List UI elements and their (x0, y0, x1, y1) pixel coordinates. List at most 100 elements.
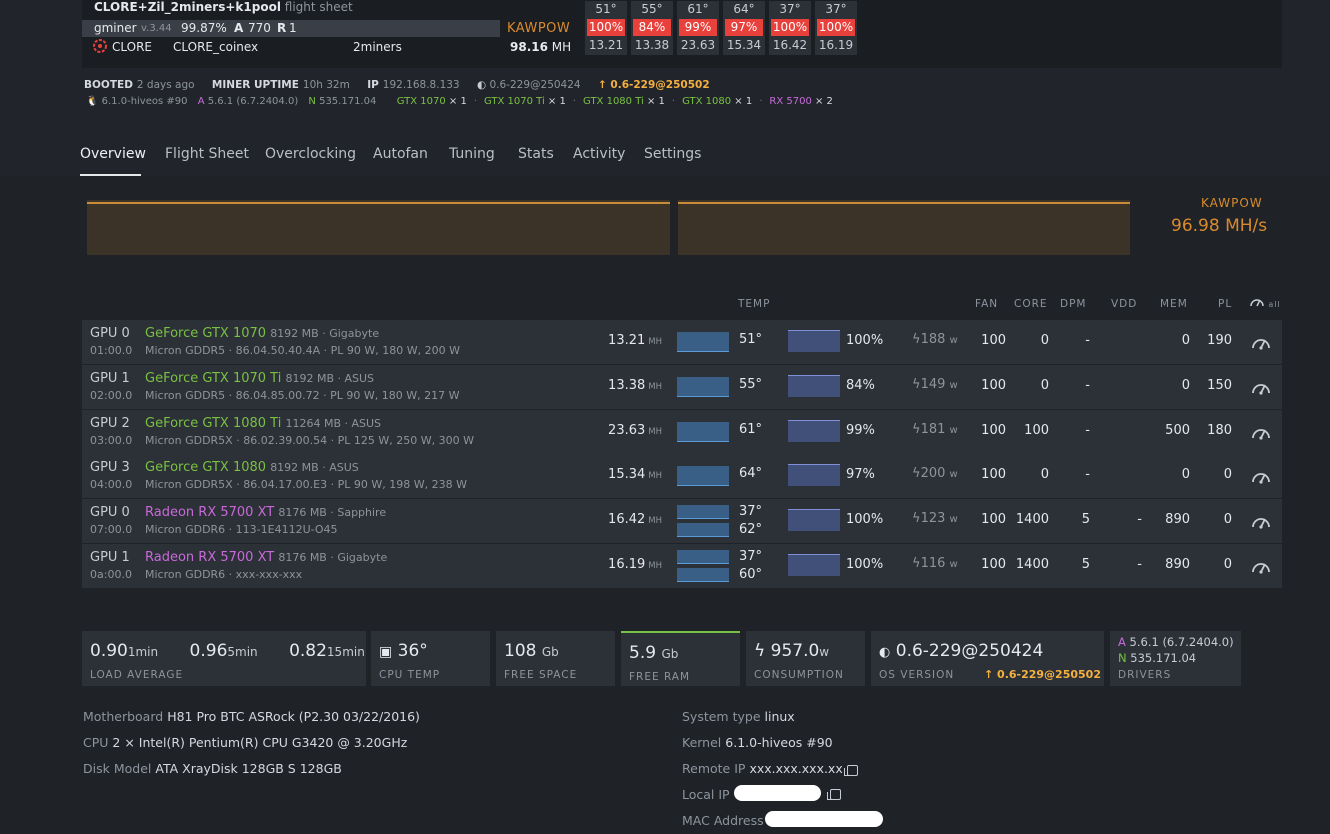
gpu-summary-col[interactable]: 55° 84% 13.38 (631, 1, 673, 55)
gpu-hashrate: 15.34 MH (608, 467, 662, 482)
copy-local-ip-icon[interactable] (827, 789, 841, 800)
fan-sparkline (788, 464, 840, 486)
cpu-icon: ▣ (379, 644, 393, 660)
gpu-bus-id: 07:00.0 (90, 523, 133, 536)
gpu-fan-percent: 100% (846, 512, 884, 527)
gpu-temp: 37° (739, 504, 763, 519)
cpu-temp-value: 36° (397, 641, 428, 661)
gpu-tuning-gauge-icon[interactable] (1250, 556, 1272, 576)
gpu-tuning-gauge-icon[interactable] (1250, 511, 1272, 531)
temp-sparkline (677, 332, 729, 352)
temp-sparkline (677, 466, 729, 486)
mac-address-info: MAC Address (682, 813, 764, 828)
gpu-summary-col[interactable]: 64° 97% 15.34 (723, 1, 765, 55)
gpu-count: × 1 (544, 96, 566, 107)
gpu-summary-temp: 64° (733, 2, 755, 16)
gpu-core-clock: 0 (1040, 378, 1049, 393)
gpu-fan-percent: 100% (846, 333, 884, 348)
gpu-row[interactable]: GPU 1 0a:00.0 Radeon RX 5700 XT 8176 MB · … (82, 544, 1282, 588)
gpu-fan-percent: 84% (846, 378, 875, 393)
gpu-count: × 1 (731, 96, 753, 107)
gpu-tuning-gauge-icon[interactable] (1250, 466, 1272, 486)
miner-row: gminer v.3.44 99.87% A 770 R 1 (82, 20, 500, 37)
os-icon: ◐ (476, 79, 487, 91)
gpu-hashrate: 13.38 MH (608, 378, 662, 393)
consumption-card: ϟ 957.0w CONSUMPTION (746, 631, 865, 686)
gpu-summary-col[interactable]: 37° 100% 16.42 (769, 1, 811, 55)
gpu-tuning-gauge-icon[interactable] (1250, 377, 1272, 397)
os-update-link[interactable]: ↑ 0.6-229@250502 (984, 668, 1101, 681)
temp-sparkline (677, 505, 729, 519)
tab-overclocking[interactable]: Overclocking (265, 146, 356, 162)
gpu-memory-info: Micron GDDR6 · xxx-xxx-xxx (145, 568, 303, 581)
pool-name[interactable]: 2miners (353, 40, 402, 54)
load-values: 0.901min 0.965min 0.8215min (90, 641, 365, 661)
gpu-summary-fan: 100% (587, 19, 625, 36)
coin-name: CLORE (112, 40, 153, 54)
gpu-name: Radeon RX 5700 XT 8176 MB · Sapphire (145, 505, 387, 520)
gpu-row[interactable]: GPU 1 02:00.0 GeForce GTX 1070 Ti 8192 MB … (82, 365, 1282, 409)
copy-remote-ip-icon[interactable] (844, 765, 858, 776)
free-ram-label: FREE RAM (629, 671, 691, 683)
gpu-power-limit: 180 (1207, 423, 1232, 438)
tab-settings[interactable]: Settings (644, 146, 701, 162)
gpu-row[interactable]: GPU 2 03:00.0 GeForce GTX 1080 Ti 11264 MB… (82, 410, 1282, 454)
header-temp: TEMP (738, 298, 771, 310)
gpu-memory-info: Micron GDDR5X · 86.02.39.00.54 · PL 125 … (145, 434, 475, 447)
status-line: BOOTED 2 days ago MINER UPTIME 10h 32m IP 1… (84, 79, 710, 91)
gpu-power: ϟ200 w (912, 466, 958, 481)
gpu-power-limit: 190 (1207, 333, 1232, 348)
gpu-power: ϟ181 w (912, 422, 958, 437)
power-icon: ϟ (912, 556, 921, 571)
fan-sparkline (788, 330, 840, 352)
gpu-mem-clock: 0 (1181, 467, 1190, 482)
gpu-dpm: 5 (1081, 512, 1090, 527)
gpu-summary-temp: 37° (825, 2, 847, 16)
gpu-row[interactable]: GPU 0 01:00.0 GeForce GTX 1070 8192 MB · G… (82, 320, 1282, 364)
disk-info: Disk Model ATA XrayDisk 128GB S 128GB (83, 761, 342, 776)
gpu-summary-col[interactable]: 61° 99% 23.63 (677, 1, 719, 55)
chart-hashrate-value: 96.98 MH/s (1171, 216, 1268, 236)
gpu-name: GeForce GTX 1070 8192 MB · Gigabyte (145, 326, 380, 341)
wallet-name[interactable]: CLORE_coinex (173, 40, 258, 54)
temp-sparkline (677, 523, 729, 537)
gpu-power: ϟ188 w (912, 332, 958, 347)
gpu-power: ϟ149 w (912, 377, 958, 392)
hashrate-line (87, 202, 670, 204)
gpu-mem-temp: 60° (739, 567, 763, 582)
gpu-tuning-gauge-icon[interactable] (1250, 332, 1272, 352)
gpu-summary-col[interactable]: 37° 100% 16.19 (815, 1, 857, 55)
accepted-count: 770 (248, 21, 271, 35)
fan-sparkline (788, 420, 840, 442)
gpu-summary-temp: 55° (641, 2, 663, 16)
tab-overview[interactable]: Overview (80, 146, 146, 162)
os-update-link[interactable]: ↑ 0.6-229@250502 (598, 79, 710, 91)
tab-activity[interactable]: Activity (573, 146, 625, 162)
gpu-row[interactable]: GPU 0 07:00.0 Radeon RX 5700 XT 8176 MB · … (82, 499, 1282, 543)
hardware-line: 🐧 6.1.0-hiveos #90 A 5.6.1 (6.7.2404.0) … (86, 96, 833, 107)
consumption-label: CONSUMPTION (754, 669, 844, 681)
gpu-tuning-gauge-icon[interactable] (1250, 422, 1272, 442)
gpu-count: × 2 (811, 96, 833, 107)
temp-sparkline (677, 422, 729, 442)
tab-tuning[interactable]: Tuning (449, 146, 495, 162)
gpu-hashrate: 16.19 MH (608, 557, 662, 572)
gpu-vdd: - (1137, 512, 1142, 527)
gpu-name: GeForce GTX 1080 8192 MB · ASUS (145, 460, 359, 475)
free-space-card: 108 Gb FREE SPACE (496, 631, 615, 686)
cpu-temp-label: CPU TEMP (379, 669, 441, 681)
tab-flight-sheet[interactable]: Flight Sheet (165, 146, 249, 162)
all-gpus-tuning-icon[interactable]: all (1250, 295, 1281, 310)
gpu-index: GPU 3 (90, 460, 130, 475)
gpu-model: GTX 1070 (396, 96, 446, 107)
gpu-summary-col[interactable]: 51° 100% 13.21 (585, 1, 627, 55)
tab-stats[interactable]: Stats (518, 146, 554, 162)
gpu-fan-setting: 100 (981, 512, 1006, 527)
gpu-summary-hashrate: 13.21 (588, 38, 624, 52)
gpu-row[interactable]: GPU 3 04:00.0 GeForce GTX 1080 8192 MB · A… (82, 454, 1282, 498)
tab-autofan[interactable]: Autofan (373, 146, 428, 162)
rejected-label: R (277, 21, 287, 35)
gpu-vdd: - (1137, 557, 1142, 572)
flight-sheet-title[interactable]: CLORE+Zil_2miners+k1pool flight sheet (94, 0, 353, 14)
hashrate-chart-panel-1 (87, 200, 670, 255)
